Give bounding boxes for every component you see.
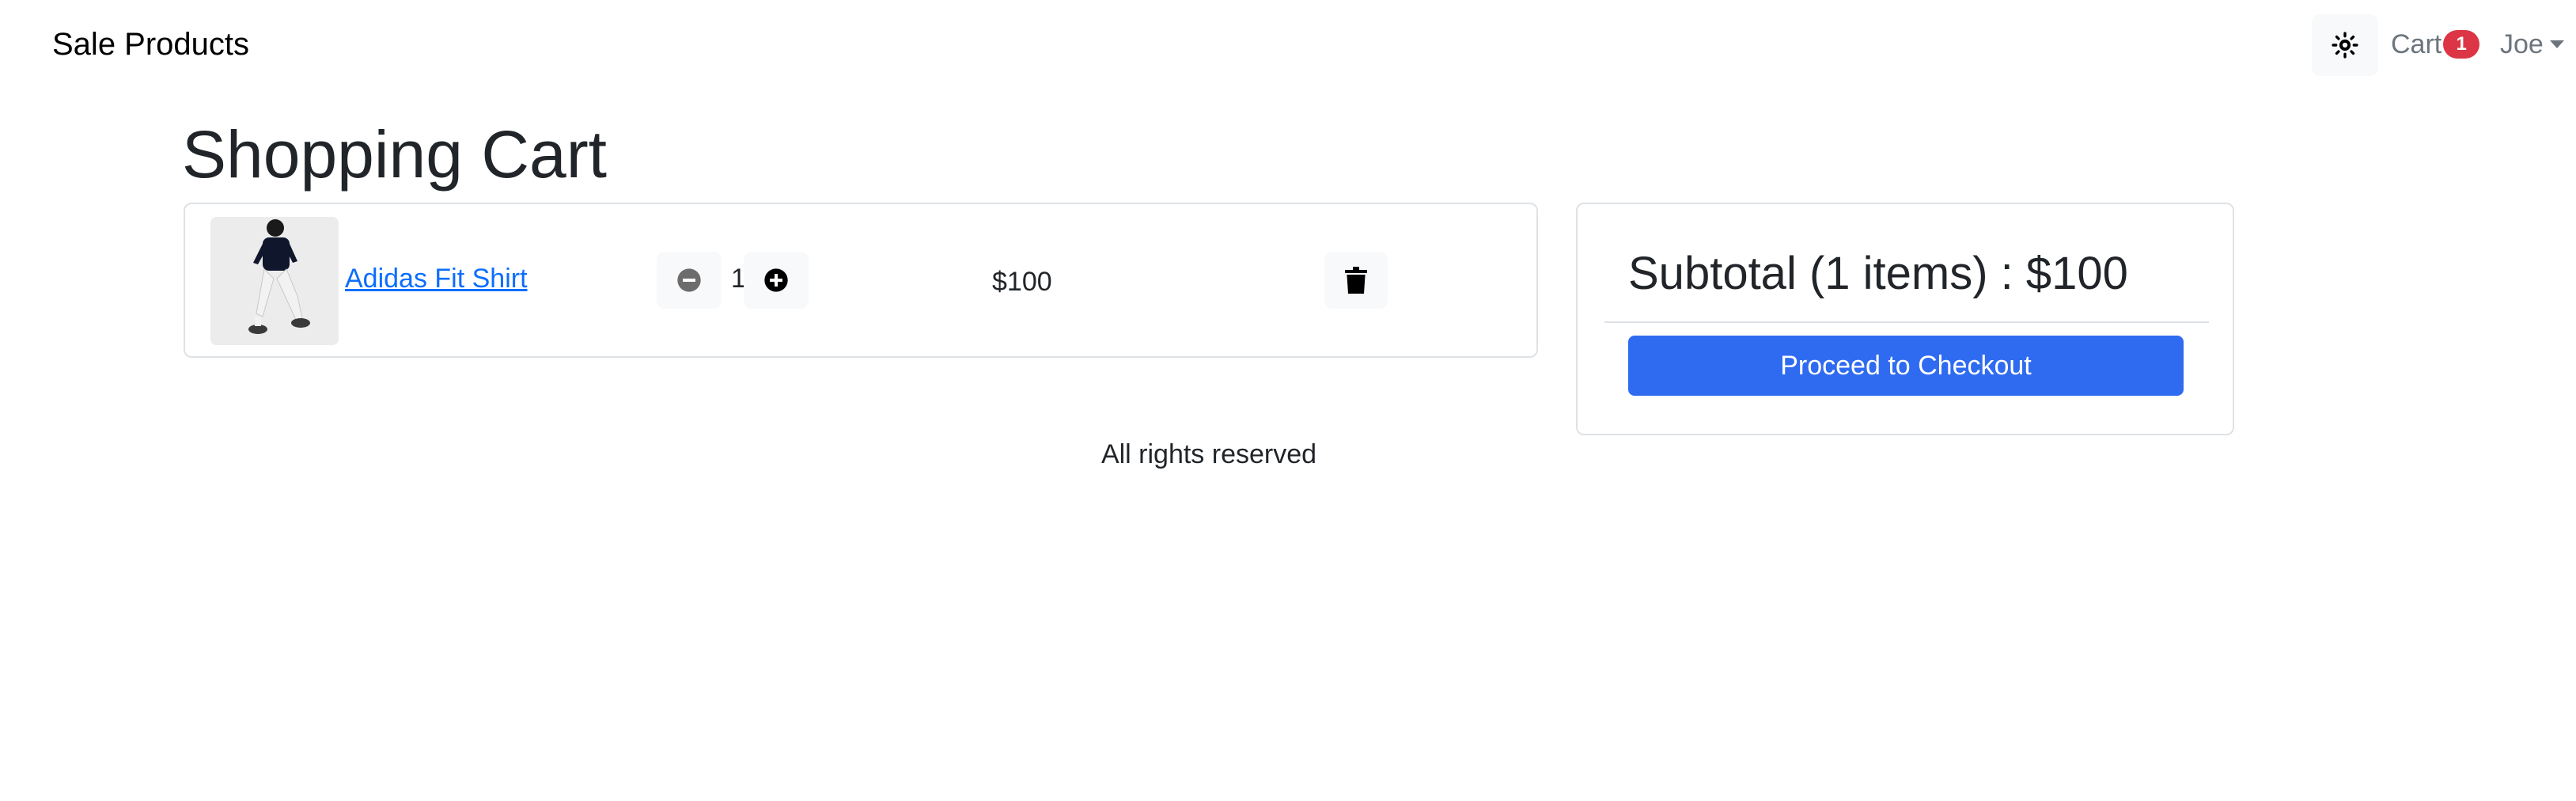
footer-text: All rights reserved xyxy=(1100,439,1317,469)
user-menu-toggle[interactable]: Joe xyxy=(2500,27,2564,62)
product-name-link[interactable]: Adidas Fit Shirt xyxy=(345,261,528,296)
product-photo xyxy=(210,217,339,345)
cart-count-badge: 1 xyxy=(2443,30,2480,59)
navbar: Sale Products Cart 1 Joe xyxy=(0,0,2576,89)
item-price: $100 xyxy=(992,267,1052,297)
order-summary-card: Subtotal (1 items) : $100 Proceed to Che… xyxy=(1576,203,2234,435)
plus-circle-icon xyxy=(764,268,788,292)
cart-label: Cart xyxy=(2391,29,2442,59)
cart-link[interactable]: Cart 1 xyxy=(2391,27,2480,62)
footer: All rights reserved xyxy=(0,437,2418,472)
sun-icon xyxy=(2332,32,2358,59)
user-name: Joe xyxy=(2500,29,2544,59)
delete-item-button[interactable] xyxy=(1324,252,1388,309)
minus-circle-icon xyxy=(677,268,701,292)
trash-icon xyxy=(1345,267,1367,294)
decrease-quantity-button[interactable] xyxy=(657,252,722,309)
product-image xyxy=(210,217,339,345)
proceed-to-checkout-button[interactable]: Proceed to Checkout xyxy=(1628,336,2184,396)
increase-quantity-button[interactable] xyxy=(744,252,809,309)
theme-toggle-button[interactable] xyxy=(2312,14,2378,76)
summary-divider xyxy=(1604,321,2209,323)
page-title: Shopping Cart xyxy=(182,117,608,192)
caret-down-icon xyxy=(2549,40,2564,48)
brand-link[interactable]: Sale Products xyxy=(52,24,249,65)
cart-item-card: Adidas Fit Shirt 1 $100 xyxy=(184,203,1538,358)
subtotal-heading: Subtotal (1 items) : $100 xyxy=(1628,248,2128,299)
